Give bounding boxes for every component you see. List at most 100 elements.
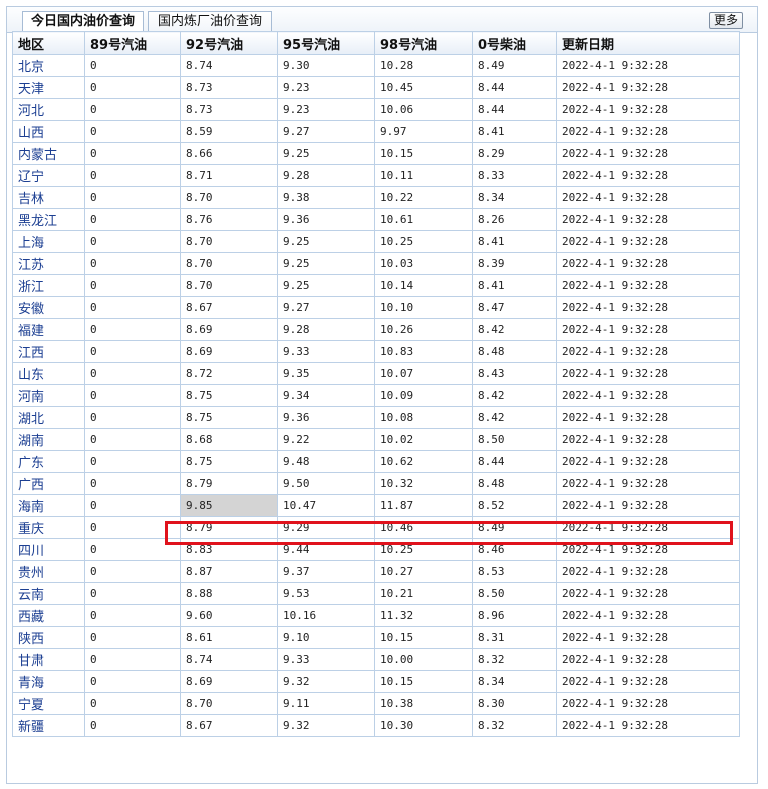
region-link[interactable]: 贵州 — [12, 560, 85, 583]
update-date: 2022-4-1 9:32:28 — [556, 670, 740, 693]
update-date: 2022-4-1 9:32:28 — [556, 54, 740, 77]
region-link[interactable]: 辽宁 — [12, 164, 85, 187]
update-date: 2022-4-1 9:32:28 — [556, 296, 740, 319]
price-gasoline-95: 9.36 — [277, 406, 375, 429]
price-gasoline-98: 10.14 — [374, 274, 473, 297]
column-header-update-date: 更新日期 — [556, 31, 740, 55]
price-gasoline-89: 0 — [84, 626, 181, 649]
region-link[interactable]: 湖南 — [12, 428, 85, 451]
table-row: 青海 0 8.69 9.32 10.15 8.34 2022-4-1 9:32:28 — [12, 670, 740, 693]
price-gasoline-92: 8.87 — [180, 560, 278, 583]
price-gasoline-95: 9.25 — [277, 274, 375, 297]
region-link[interactable]: 浙江 — [12, 274, 85, 297]
price-gasoline-92: 9.60 — [180, 604, 278, 627]
table-row: 北京 0 8.74 9.30 10.28 8.49 2022-4-1 9:32:28 — [12, 54, 740, 77]
region-link[interactable]: 新疆 — [12, 714, 85, 737]
price-gasoline-95: 9.33 — [277, 648, 375, 671]
region-link[interactable]: 江西 — [12, 340, 85, 363]
region-link[interactable]: 黑龙江 — [12, 208, 85, 231]
price-diesel-0: 8.33 — [472, 164, 557, 187]
price-gasoline-98: 10.09 — [374, 384, 473, 407]
update-date: 2022-4-1 9:32:28 — [556, 692, 740, 715]
price-gasoline-92: 8.83 — [180, 538, 278, 561]
price-diesel-0: 8.96 — [472, 604, 557, 627]
region-link[interactable]: 云南 — [12, 582, 85, 605]
update-date: 2022-4-1 9:32:28 — [556, 406, 740, 429]
region-link[interactable]: 陕西 — [12, 626, 85, 649]
price-gasoline-98: 10.15 — [374, 142, 473, 165]
price-gasoline-92: 8.67 — [180, 296, 278, 319]
price-gasoline-92: 8.69 — [180, 670, 278, 693]
price-gasoline-89: 0 — [84, 274, 181, 297]
update-date: 2022-4-1 9:32:28 — [556, 142, 740, 165]
region-link[interactable]: 福建 — [12, 318, 85, 341]
region-link[interactable]: 青海 — [12, 670, 85, 693]
price-gasoline-89: 0 — [84, 318, 181, 341]
price-gasoline-92: 8.70 — [180, 186, 278, 209]
update-date: 2022-4-1 9:32:28 — [556, 538, 740, 561]
region-link[interactable]: 内蒙古 — [12, 142, 85, 165]
price-gasoline-89: 0 — [84, 362, 181, 385]
update-date: 2022-4-1 9:32:28 — [556, 340, 740, 363]
region-link[interactable]: 广东 — [12, 450, 85, 473]
region-link[interactable]: 重庆 — [12, 516, 85, 539]
price-diesel-0: 8.42 — [472, 384, 557, 407]
table-row: 山东 0 8.72 9.35 10.07 8.43 2022-4-1 9:32:28 — [12, 362, 740, 385]
region-link[interactable]: 四川 — [12, 538, 85, 561]
region-link[interactable]: 宁夏 — [12, 692, 85, 715]
region-link[interactable]: 河南 — [12, 384, 85, 407]
update-date: 2022-4-1 9:32:28 — [556, 714, 740, 737]
update-date: 2022-4-1 9:32:28 — [556, 494, 740, 517]
update-date: 2022-4-1 9:32:28 — [556, 428, 740, 451]
region-link[interactable]: 河北 — [12, 98, 85, 121]
price-gasoline-95: 9.35 — [277, 362, 375, 385]
table-header-row: 地区 89号汽油 92号汽油 95号汽油 98号汽油 0号柴油 更新日期 — [12, 31, 740, 55]
price-gasoline-98: 10.28 — [374, 54, 473, 77]
more-button[interactable]: 更多 — [709, 12, 743, 29]
update-date: 2022-4-1 9:32:28 — [556, 230, 740, 253]
price-gasoline-92: 8.74 — [180, 648, 278, 671]
tab-today-domestic-oil-price[interactable]: 今日国内油价查询 — [22, 11, 144, 33]
price-diesel-0: 8.31 — [472, 626, 557, 649]
region-link[interactable]: 甘肃 — [12, 648, 85, 671]
price-gasoline-89: 0 — [84, 648, 181, 671]
region-link[interactable]: 湖北 — [12, 406, 85, 429]
region-link[interactable]: 海南 — [12, 494, 85, 517]
price-diesel-0: 8.48 — [472, 472, 557, 495]
region-link[interactable]: 山东 — [12, 362, 85, 385]
region-link[interactable]: 山西 — [12, 120, 85, 143]
price-gasoline-89: 0 — [84, 670, 181, 693]
price-gasoline-98: 10.45 — [374, 76, 473, 99]
table-row: 四川 0 8.83 9.44 10.25 8.46 2022-4-1 9:32:28 — [12, 538, 740, 561]
price-diesel-0: 8.52 — [472, 494, 557, 517]
update-date: 2022-4-1 9:32:28 — [556, 516, 740, 539]
price-diesel-0: 8.39 — [472, 252, 557, 275]
price-gasoline-92: 8.70 — [180, 230, 278, 253]
price-gasoline-92: 8.70 — [180, 274, 278, 297]
table-row: 江苏 0 8.70 9.25 10.03 8.39 2022-4-1 9:32:28 — [12, 252, 740, 275]
table-row: 吉林 0 8.70 9.38 10.22 8.34 2022-4-1 9:32:28 — [12, 186, 740, 209]
region-link[interactable]: 广西 — [12, 472, 85, 495]
region-link[interactable]: 上海 — [12, 230, 85, 253]
table-row: 陕西 0 8.61 9.10 10.15 8.31 2022-4-1 9:32:28 — [12, 626, 740, 649]
table-row: 上海 0 8.70 9.25 10.25 8.41 2022-4-1 9:32:28 — [12, 230, 740, 253]
price-gasoline-95: 9.37 — [277, 560, 375, 583]
price-gasoline-95: 9.48 — [277, 450, 375, 473]
column-header-gasoline-98: 98号汽油 — [374, 31, 473, 55]
price-gasoline-89: 0 — [84, 120, 181, 143]
price-gasoline-89: 0 — [84, 582, 181, 605]
oil-price-table: 地区 89号汽油 92号汽油 95号汽油 98号汽油 0号柴油 更新日期 北京 0… — [12, 31, 740, 737]
region-link[interactable]: 江苏 — [12, 252, 85, 275]
tab-domestic-refinery-oil-price[interactable]: 国内炼厂油价查询 — [148, 11, 272, 32]
region-link[interactable]: 北京 — [12, 54, 85, 77]
price-gasoline-89: 0 — [84, 164, 181, 187]
region-link[interactable]: 西藏 — [12, 604, 85, 627]
price-diesel-0: 8.50 — [472, 582, 557, 605]
table-row: 湖南 0 8.68 9.22 10.02 8.50 2022-4-1 9:32:28 — [12, 428, 740, 451]
price-gasoline-98: 10.61 — [374, 208, 473, 231]
region-link[interactable]: 吉林 — [12, 186, 85, 209]
price-gasoline-95: 9.32 — [277, 670, 375, 693]
region-link[interactable]: 天津 — [12, 76, 85, 99]
price-gasoline-98: 10.10 — [374, 296, 473, 319]
region-link[interactable]: 安徽 — [12, 296, 85, 319]
